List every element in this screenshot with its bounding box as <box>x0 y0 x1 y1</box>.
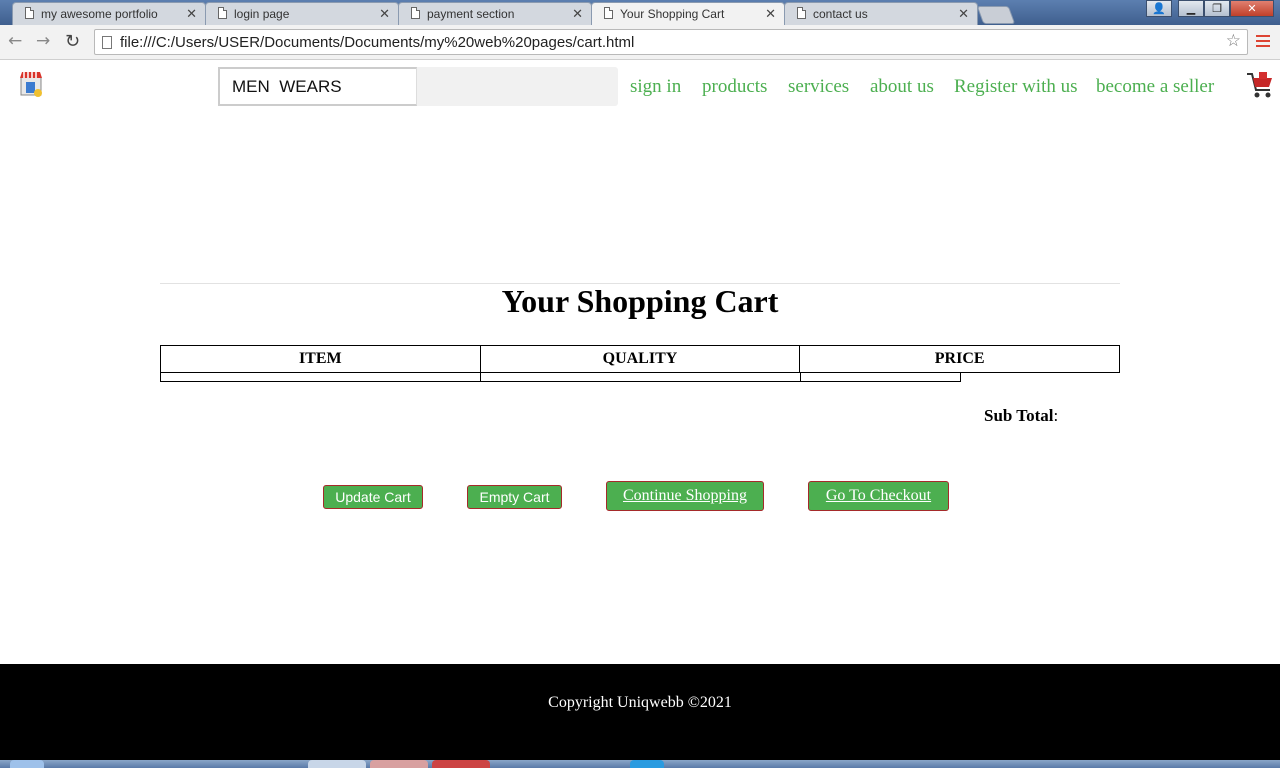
os-taskbar <box>0 760 1280 768</box>
table-cell <box>480 372 801 382</box>
menu-icon[interactable] <box>1256 35 1270 47</box>
nav-about-us[interactable]: about us <box>870 76 934 98</box>
page-icon <box>102 36 112 49</box>
nav-services[interactable]: services <box>788 76 849 98</box>
search-input[interactable] <box>218 67 417 106</box>
tab-label: login page <box>234 7 290 21</box>
reload-icon[interactable]: ↻ <box>65 31 80 52</box>
table-header-row: ITEM QUALITY PRICE <box>160 345 1120 373</box>
close-icon[interactable]: ✕ <box>379 6 390 22</box>
continue-shopping-button[interactable]: Continue Shopping <box>606 481 764 511</box>
browser-tab-strip: my awesome portfolio ✕ login page ✕ paym… <box>0 0 1280 26</box>
minimize-button[interactable]: ▁ <box>1178 0 1204 17</box>
table-cell <box>160 372 481 382</box>
bookmark-star-icon[interactable]: ☆ <box>1226 31 1241 51</box>
copyright-text: Copyright Uniqwebb ©2021 <box>548 694 732 711</box>
tab-label: my awesome portfolio <box>41 7 158 21</box>
restore-button[interactable]: ❐ <box>1204 0 1230 17</box>
checkout-button[interactable]: Go To Checkout <box>808 481 949 511</box>
footer: Copyright Uniqwebb ©2021 <box>0 664 1280 760</box>
document-icon <box>218 7 227 19</box>
nav-register[interactable]: Register with us <box>954 76 1078 98</box>
close-icon[interactable]: ✕ <box>958 6 969 22</box>
subtotal-colon: : <box>1053 406 1059 425</box>
taskbar-item[interactable] <box>370 760 428 768</box>
tab-label: contact us <box>813 7 868 21</box>
close-icon[interactable]: ✕ <box>572 6 583 22</box>
update-cart-button[interactable]: Update Cart <box>323 485 423 509</box>
table-cell <box>800 372 961 382</box>
browser-toolbar: ← → ↻ file:///C:/Users/USER/Documents/Do… <box>0 25 1280 60</box>
address-bar[interactable]: file:///C:/Users/USER/Documents/Document… <box>94 29 1248 55</box>
tab-contact[interactable]: contact us ✕ <box>784 2 978 25</box>
taskbar-item[interactable] <box>432 760 490 768</box>
forward-arrow-icon[interactable]: → <box>36 31 50 51</box>
cart-table: ITEM QUALITY PRICE <box>160 345 1120 373</box>
nav-products[interactable]: products <box>702 76 767 98</box>
tab-payment[interactable]: payment section ✕ <box>398 2 592 25</box>
start-button[interactable] <box>10 760 44 768</box>
close-window-button[interactable]: ✕ <box>1230 0 1274 17</box>
tab-shopping-cart[interactable]: Your Shopping Cart ✕ <box>591 2 785 26</box>
search-bar <box>218 67 618 106</box>
nav-become-seller[interactable]: become a seller <box>1096 76 1214 98</box>
store-logo-icon[interactable] <box>18 69 44 99</box>
document-icon <box>797 7 806 19</box>
window-controls: 👤 ▁ ❐ ✕ <box>1146 0 1274 18</box>
subtotal: Sub Total: <box>984 406 1058 426</box>
user-icon[interactable]: 👤 <box>1146 0 1172 17</box>
page-title: Your Shopping Cart <box>501 283 779 319</box>
new-tab-button[interactable] <box>976 6 1016 24</box>
tab-label: payment section <box>427 7 515 21</box>
close-icon[interactable]: ✕ <box>186 6 197 22</box>
document-icon <box>604 7 613 19</box>
empty-cart-button[interactable]: Empty Cart <box>467 485 562 509</box>
column-header-quality: QUALITY <box>479 345 801 373</box>
subtotal-label: Sub Total <box>984 406 1054 425</box>
back-arrow-icon[interactable]: ← <box>8 31 22 51</box>
tab-login[interactable]: login page ✕ <box>205 2 399 25</box>
close-icon[interactable]: ✕ <box>765 6 776 22</box>
taskbar-item[interactable] <box>308 760 366 768</box>
tab-portfolio[interactable]: my awesome portfolio ✕ <box>12 2 206 25</box>
taskbar-item[interactable] <box>630 760 664 768</box>
url-text: file:///C:/Users/USER/Documents/Document… <box>120 34 635 51</box>
document-icon <box>411 7 420 19</box>
nav-sign-in[interactable]: sign in <box>630 76 681 98</box>
document-icon <box>25 7 34 19</box>
tab-label: Your Shopping Cart <box>620 7 725 21</box>
column-header-item: ITEM <box>160 345 481 373</box>
column-header-price: PRICE <box>799 345 1120 373</box>
shopping-cart-icon[interactable] <box>1245 70 1275 100</box>
